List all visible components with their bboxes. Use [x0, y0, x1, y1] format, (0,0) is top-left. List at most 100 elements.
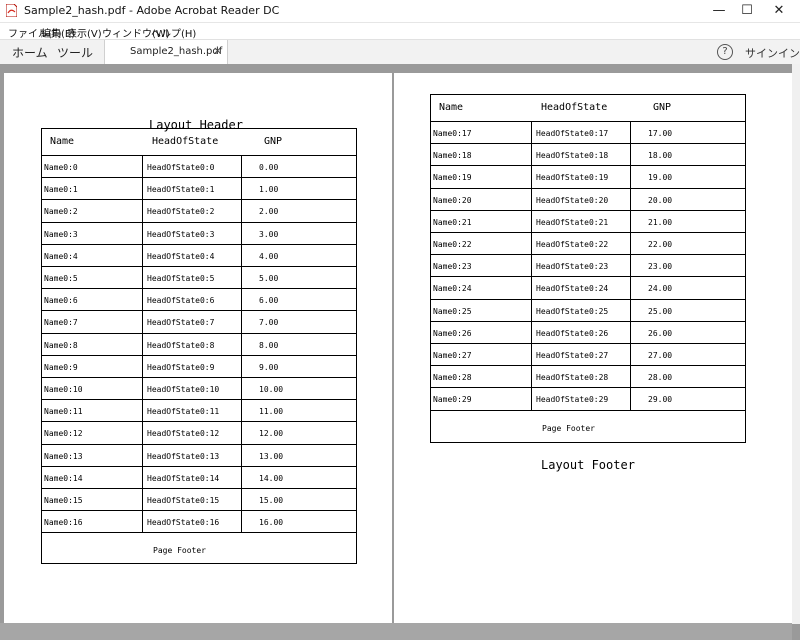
table-row: Name0:5 HeadOfState0:5 5.00: [42, 266, 356, 289]
column-header-name: Name: [50, 136, 75, 147]
cell-headofstate: HeadOfState0:1: [147, 185, 215, 195]
table-row: Name0:9 HeadOfState0:9 9.00: [42, 354, 356, 378]
report-table-page-1: Name HeadOfState GNP Name0:0 HeadOfState0…: [41, 128, 357, 564]
cell-gnp: 13.00: [259, 451, 284, 461]
acrobat-pdf-icon: [6, 4, 17, 17]
cell-gnp: 10.00: [259, 385, 284, 394]
column-header-headofstate: HeadOfState: [541, 102, 608, 113]
cell-name: Name0:10: [44, 385, 83, 394]
cell-name: Name0:16: [44, 518, 83, 528]
cell-headofstate: HeadOfState0:13: [147, 451, 220, 461]
cell-gnp: 6.00: [259, 296, 279, 306]
cell-gnp: 17.00: [648, 129, 673, 138]
cell-gnp: 29.00: [648, 395, 673, 405]
cell-headofstate: HeadOfState0:11: [147, 407, 220, 417]
cell-name: Name0:27: [433, 351, 472, 360]
cell-gnp: 8.00: [259, 340, 279, 350]
cell-headofstate: HeadOfState0:7: [147, 318, 215, 328]
table-row: Name0:18 HeadOfState0:18 18.00: [431, 143, 745, 166]
cell-headofstate: HeadOfState0:12: [147, 429, 220, 439]
page-footer-row: Page Footer: [42, 532, 356, 563]
cell-name: Name0:6: [44, 296, 78, 306]
close-tab-icon[interactable]: ×: [213, 44, 222, 57]
table-row: Name0:0 HeadOfState0:0 0.00: [42, 155, 356, 178]
table-row: Name0:19 HeadOfState0:19 19.00: [431, 165, 745, 188]
table-header-row: Name HeadOfState GNP: [42, 129, 356, 155]
toolbar: ホーム ツール Sample2_hash.pdf × ? サインイン: [0, 39, 800, 65]
table-row: Name0:3 HeadOfState0:3 3.00: [42, 221, 356, 245]
cell-name: Name0:11: [44, 407, 83, 417]
title-bar: Sample2_hash.pdf - Adobe Acrobat Reader …: [0, 0, 800, 23]
table-row: Name0:4 HeadOfState0:4 4.00: [42, 243, 356, 267]
table-row: Name0:1 HeadOfState0:1 1.00: [42, 177, 356, 200]
layout-footer: Layout Footer: [541, 458, 635, 472]
cell-gnp: 27.00: [648, 351, 673, 360]
menu-view[interactable]: 表示(V): [67, 25, 102, 40]
cell-gnp: 15.00: [259, 496, 284, 505]
cell-name: Name0:25: [433, 306, 472, 316]
tools-tab[interactable]: ツール: [57, 44, 93, 61]
cell-name: Name0:7: [44, 318, 78, 328]
column-header-name: Name: [439, 102, 464, 113]
cell-headofstate: HeadOfState0:14: [147, 473, 220, 483]
table-row: Name0:14 HeadOfState0:14 14.00: [42, 465, 356, 489]
table-row: Name0:29 HeadOfState0:29 29.00: [431, 387, 745, 410]
cell-name: Name0:18: [433, 151, 472, 161]
status-strip: [0, 623, 792, 640]
cell-name: Name0:28: [433, 373, 472, 383]
report-table-page-2: Name HeadOfState GNP Name0:17 HeadOfState…: [430, 94, 746, 443]
close-window-button[interactable]: ✕: [762, 0, 796, 22]
cell-gnp: 22.00: [648, 240, 673, 249]
table-header-row: Name HeadOfState GNP: [431, 95, 745, 121]
help-icon[interactable]: ?: [717, 44, 733, 60]
cell-headofstate: HeadOfState0:28: [536, 373, 609, 383]
cell-headofstate: HeadOfState0:3: [147, 229, 215, 239]
menu-help[interactable]: ヘルプ(H): [151, 25, 196, 40]
table-row: Name0:26 HeadOfState0:26 26.00: [431, 320, 745, 344]
cell-gnp: 11.00: [259, 407, 284, 417]
cell-gnp: 26.00: [648, 328, 673, 338]
table-row: Name0:11 HeadOfState0:11 11.00: [42, 399, 356, 422]
column-header-headofstate: HeadOfState: [152, 136, 219, 147]
cell-name: Name0:12: [44, 429, 83, 439]
cell-gnp: 23.00: [648, 262, 673, 272]
document-tab[interactable]: Sample2_hash.pdf ×: [104, 40, 228, 64]
page-footer: Page Footer: [153, 546, 206, 555]
cell-name: Name0:5: [44, 274, 78, 283]
cell-headofstate: HeadOfState0:4: [147, 251, 215, 261]
cell-name: Name0:15: [44, 496, 83, 505]
table-row: Name0:16 HeadOfState0:16 16.00: [42, 510, 356, 533]
cell-headofstate: HeadOfState0:17: [536, 129, 609, 138]
cell-name: Name0:21: [433, 217, 472, 227]
cell-headofstate: HeadOfState0:22: [536, 240, 609, 249]
page-footer: Page Footer: [542, 424, 595, 433]
document-area: Layout Header Name HeadOfState GNP Name0…: [0, 64, 800, 640]
table-row: Name0:25 HeadOfState0:25 25.00: [431, 298, 745, 322]
cell-headofstate: HeadOfState0:20: [536, 195, 609, 205]
cell-headofstate: HeadOfState0:8: [147, 340, 215, 350]
maximize-button[interactable]: ☐: [730, 0, 764, 22]
vertical-scrollbar[interactable]: [792, 64, 800, 624]
cell-gnp: 14.00: [259, 473, 284, 483]
cell-headofstate: HeadOfState0:29: [536, 395, 609, 405]
cell-headofstate: HeadOfState0:26: [536, 328, 609, 338]
cell-headofstate: HeadOfState0:2: [147, 207, 215, 217]
cell-name: Name0:0: [44, 163, 78, 172]
cell-name: Name0:2: [44, 207, 78, 217]
cell-gnp: 24.00: [648, 284, 673, 294]
signin-button[interactable]: サインイン: [745, 45, 800, 61]
cell-name: Name0:19: [433, 173, 472, 183]
cell-headofstate: HeadOfState0:15: [147, 496, 220, 505]
cell-headofstate: HeadOfState0:16: [147, 518, 220, 528]
cell-gnp: 1.00: [259, 185, 279, 195]
cell-gnp: 16.00: [259, 518, 284, 528]
cell-gnp: 21.00: [648, 217, 673, 227]
column-header-gnp: GNP: [264, 136, 283, 147]
cell-headofstate: HeadOfState0:0: [147, 163, 215, 172]
home-tab[interactable]: ホーム: [12, 44, 48, 61]
cell-headofstate: HeadOfState0:9: [147, 362, 215, 372]
table-row: Name0:12 HeadOfState0:12 12.00: [42, 421, 356, 444]
table-row: Name0:28 HeadOfState0:28 28.00: [431, 365, 745, 388]
table-row: Name0:17 HeadOfState0:17 17.00: [431, 121, 745, 144]
table-row: Name0:27 HeadOfState0:27 27.00: [431, 343, 745, 366]
